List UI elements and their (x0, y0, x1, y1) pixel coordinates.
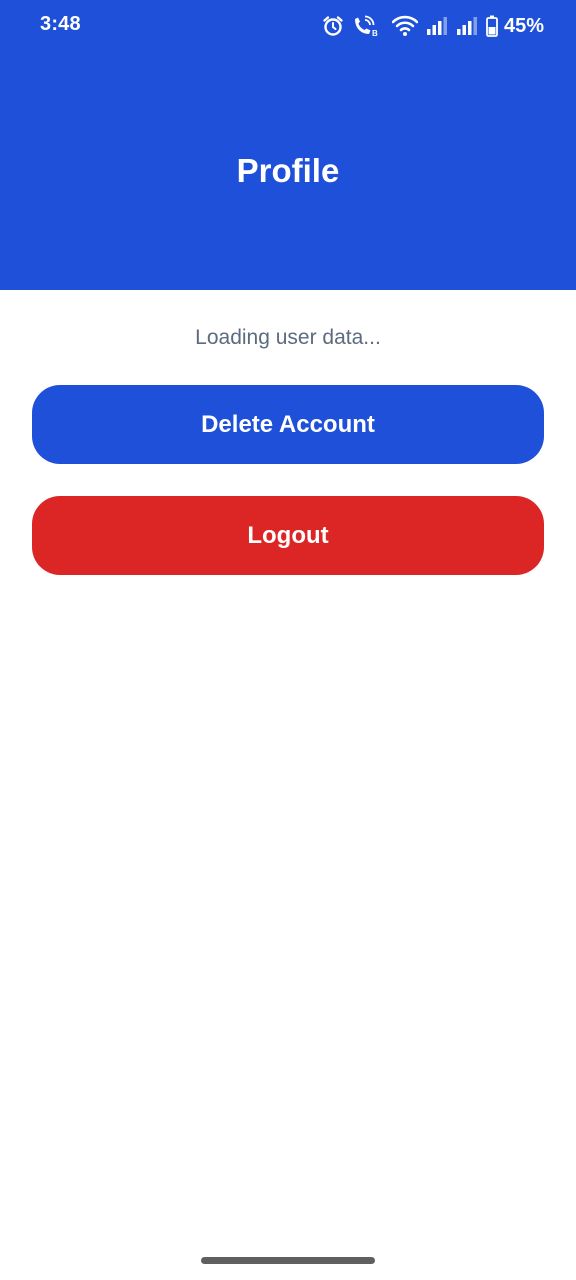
loading-status-text: Loading user data... (195, 326, 381, 349)
status-bar: 3:48 B 45% (0, 0, 576, 52)
alarm-icon (322, 15, 344, 37)
page-title: Profile (236, 152, 340, 189)
logout-button[interactable]: Logout (32, 496, 544, 575)
status-time: 3:48 (40, 13, 81, 35)
profile-screen: 3:48 B 45% Profile Loading user data... … (0, 0, 576, 1280)
battery-percent: 45% (503, 14, 544, 37)
svg-text:B: B (372, 29, 378, 37)
signal-icon (426, 16, 448, 36)
home-indicator[interactable] (201, 1257, 375, 1264)
status-icons: B 45% (322, 12, 544, 40)
wifi-icon (391, 15, 418, 37)
delete-account-button[interactable]: Delete Account (32, 385, 544, 464)
app-header: 3:48 B 45% Profile (0, 0, 576, 290)
signal-icon (456, 16, 478, 36)
wifi-calling-icon: B (352, 15, 378, 37)
battery-icon (486, 15, 498, 37)
